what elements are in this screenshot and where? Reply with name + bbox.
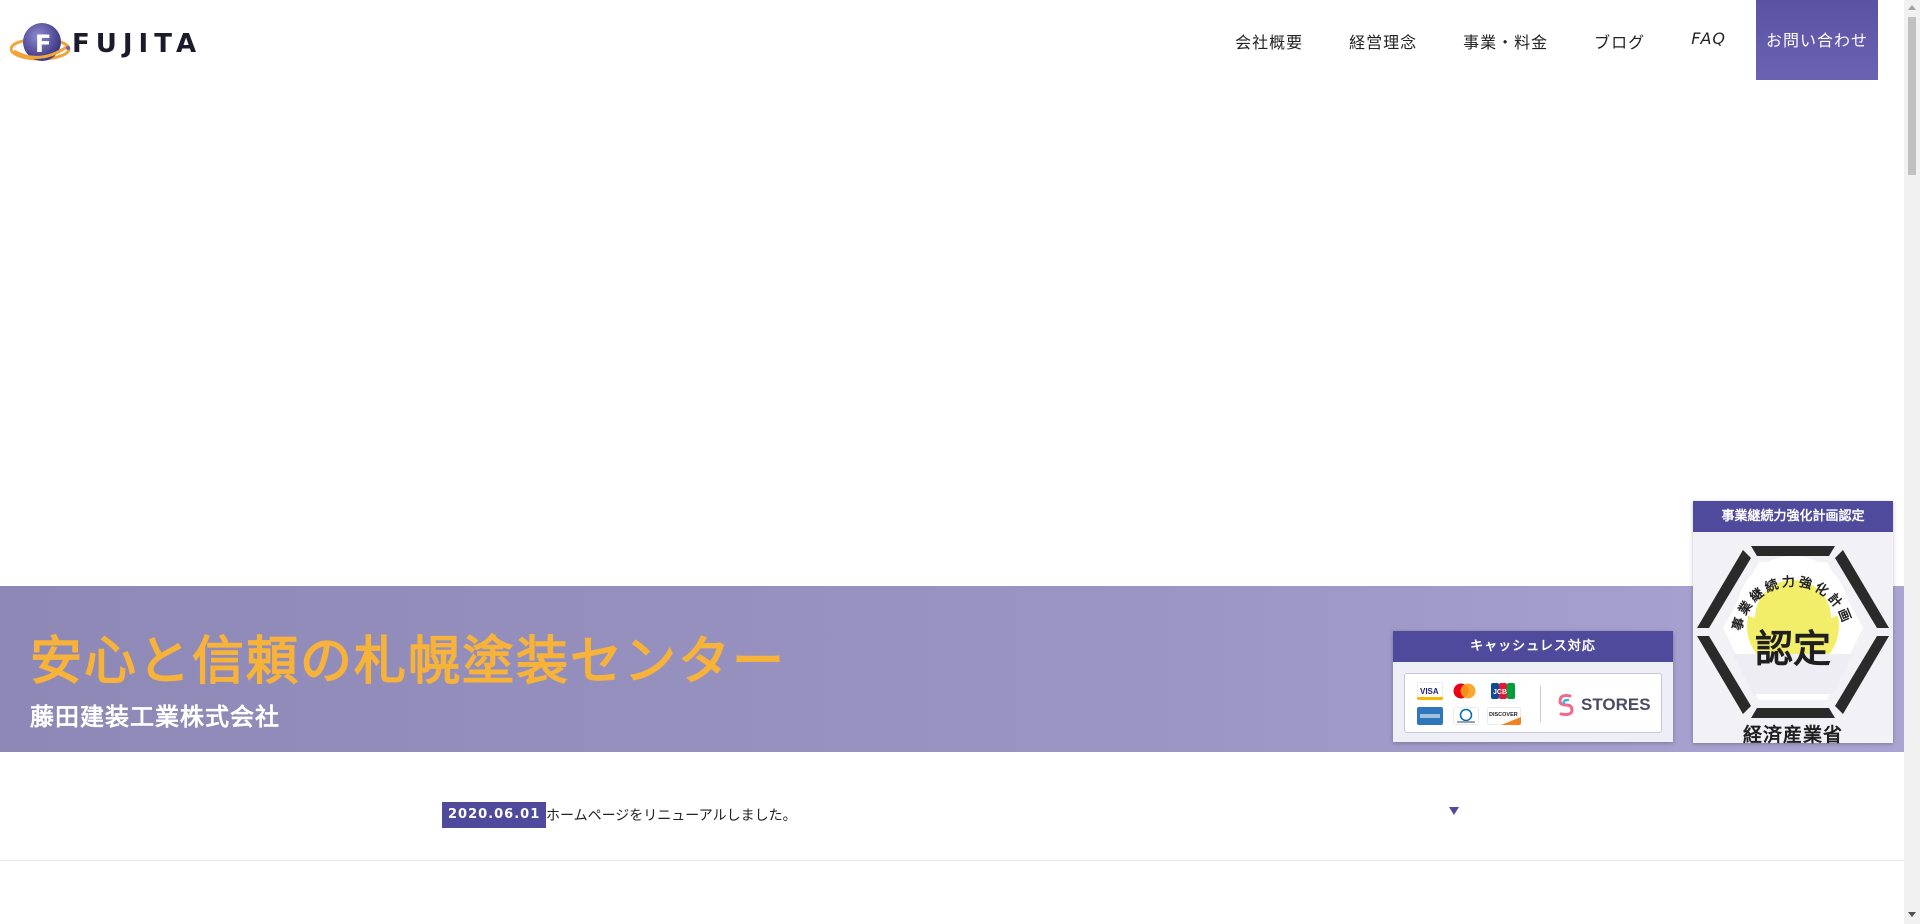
visa-card-icon: VISA [1417,682,1443,700]
main-nav: 会社概要 経営理念 事業・料金 ブログ FAQ お問い合わせ [1235,0,1878,80]
news-section: 2020.06.01 ホームページをリニューアルしました。 [0,752,1904,861]
diners-card-icon [1453,707,1479,725]
nav-item-blog[interactable]: ブログ [1594,29,1645,53]
nav-item-philosophy[interactable]: 経営理念 [1349,29,1417,53]
news-item-text[interactable]: ホームページをリニューアルしました。 [546,805,797,825]
scroll-down-arrow-icon[interactable] [1908,910,1916,918]
divider [1540,686,1541,722]
mastercard-icon [1453,683,1476,699]
stores-icon [1558,694,1574,716]
hero-subtitle: 藤田建装工業株式会社 [30,703,280,731]
hero-title: 安心と信頼の札幌塗装センター [30,632,787,692]
payment-logos: VISA JCB DISCOVER STORES [1404,673,1662,733]
certification-title: 事業継続力強化計画認定 [1693,501,1893,532]
vertical-scrollbar[interactable] [1904,0,1920,924]
contact-button[interactable]: お問い合わせ [1756,0,1878,80]
discover-card-icon: DISCOVER [1487,707,1521,725]
amex-card-icon [1417,707,1443,725]
scrollbar-thumb[interactable] [1908,17,1916,175]
svg-text:JCB: JCB [1493,689,1507,696]
scroll-up-arrow-icon[interactable] [1908,4,1916,12]
certification-emblem-icon: 事業継続力強化計画 認定 [1697,546,1889,718]
cashless-card[interactable]: キャッシュレス対応 VISA JCB DISCOVER STORES [1393,631,1673,742]
jcb-card-icon: JCB [1491,683,1515,699]
news-date-badge: 2020.06.01 [442,802,547,828]
svg-text:認定: 認定 [1755,627,1831,671]
certification-issuer: 経済産業省 [1742,724,1843,746]
cashless-title: キャッシュレス対応 [1393,631,1673,662]
site-logo[interactable]: F FUJITA [10,18,215,70]
svg-text:F: F [35,30,51,58]
svg-text:VISA: VISA [1420,687,1439,696]
caret-down-icon[interactable] [1447,804,1461,818]
certification-badge[interactable]: 事業継続力強化計画認定 事業継続力強化計画 認定 経済産業省 [1693,501,1893,746]
stores-label: STORES [1581,695,1651,714]
nav-item-company[interactable]: 会社概要 [1235,29,1303,53]
svg-text:DISCOVER: DISCOVER [1489,712,1518,718]
site-header: F FUJITA 会社概要 経営理念 事業・料金 ブログ FAQ お問い合わせ [0,0,1904,80]
logo-text: FUJITA [72,29,203,59]
stores-logo: STORES [1556,692,1651,718]
nav-item-faq[interactable]: FAQ [1691,29,1726,48]
globe-logo-icon: F [10,23,71,61]
nav-item-services[interactable]: 事業・料金 [1463,29,1548,53]
